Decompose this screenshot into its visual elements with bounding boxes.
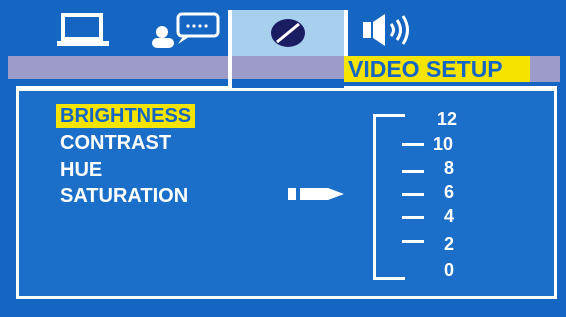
scale-tick (402, 143, 424, 146)
menu-item-contrast[interactable]: CONTRAST (56, 131, 175, 155)
panel-border-left (16, 86, 230, 89)
scale-label-10: 10 (432, 134, 454, 154)
scale-label-6: 6 (443, 182, 454, 202)
scale-cap-top (373, 114, 405, 117)
menu-item-hue[interactable]: HUE (56, 158, 106, 182)
scale-label-8: 8 (443, 158, 454, 178)
scale-label-2: 2 (443, 234, 454, 254)
scale-label-4: 4 (443, 206, 454, 226)
arrow-right-icon (288, 188, 344, 200)
panel-border-right (344, 86, 557, 89)
monitor-icon (57, 13, 109, 46)
osd-screen: VIDEO SETUP BRIGHTNESS CONTRAST HUE SATU… (0, 0, 566, 317)
scale-tick (402, 170, 424, 173)
scale-label-12: 12 (436, 109, 458, 129)
video-disc-icon (271, 19, 305, 47)
tab-video-setup[interactable] (232, 10, 344, 56)
speaker-icon (363, 14, 409, 46)
page-title: VIDEO SETUP (344, 56, 530, 82)
tab-language-setup[interactable] (148, 10, 228, 50)
scale-cap-bottom (373, 277, 405, 280)
menu-item-saturation[interactable]: SATURATION (56, 184, 192, 208)
tab-frame-right (344, 10, 348, 56)
scale-axis (373, 114, 376, 280)
tab-audio-setup[interactable] (356, 10, 426, 50)
menu-item-brightness[interactable]: BRIGHTNESS (56, 104, 196, 128)
tab-frame-left (228, 10, 232, 89)
user-chat-icon (152, 12, 220, 48)
scale-label-0: 0 (443, 260, 454, 280)
title-tail (530, 56, 560, 82)
scale-tick (402, 216, 424, 219)
tab-display-setup[interactable] (48, 10, 118, 50)
scale-tick (402, 240, 424, 243)
scale-tick (402, 193, 424, 196)
